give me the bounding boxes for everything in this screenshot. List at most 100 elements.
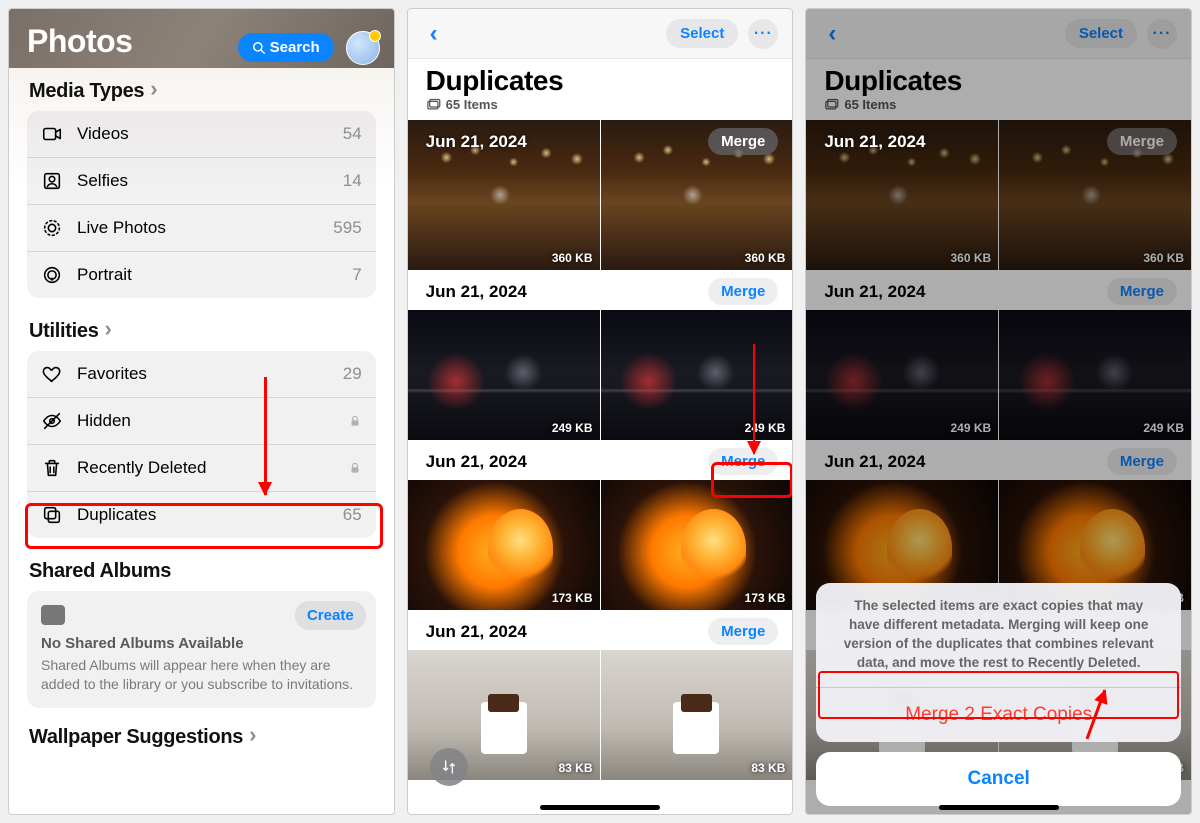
search-icon bbox=[252, 41, 266, 55]
shared-albums-empty-card: Create No Shared Albums Available Shared… bbox=[27, 591, 376, 708]
section-wallpaper-label: Wallpaper Suggestions bbox=[29, 726, 243, 749]
thumbnail[interactable]: 173 KB bbox=[408, 480, 601, 610]
file-size: 173 KB bbox=[552, 591, 593, 605]
thumbnail[interactable]: 83 KB bbox=[601, 650, 793, 780]
media-types-row-live-photos[interactable]: Live Photos 595 bbox=[27, 205, 376, 252]
heart-icon bbox=[41, 363, 63, 385]
merge-button[interactable]: Merge bbox=[708, 278, 778, 305]
pane-photos-library: Photos Search Media Types Videos 54 Self… bbox=[8, 8, 395, 815]
duplicate-group: Jun 21, 2024 Merge 173 KB 173 KB bbox=[408, 440, 793, 610]
media-types-list: Videos 54 Selfies 14 Live Photos 595 Por… bbox=[27, 111, 376, 298]
photos-header: Photos Search bbox=[9, 9, 394, 68]
home-indicator bbox=[540, 805, 660, 810]
row-count: 14 bbox=[343, 171, 362, 191]
media-types-row-selfies[interactable]: Selfies 14 bbox=[27, 158, 376, 205]
duplicates-scroll[interactable]: Jun 21, 2024 Merge 360 KB 360 KB Jun 21,… bbox=[408, 120, 793, 814]
row-label: Portrait bbox=[77, 265, 338, 285]
annotation-arrow bbox=[264, 377, 267, 495]
shared-empty-desc: Shared Albums will appear here when they… bbox=[41, 656, 362, 694]
duplicates-count: 65 Items bbox=[426, 97, 775, 112]
group-header: Jun 21, 2024 Merge bbox=[408, 120, 793, 160]
trash-icon bbox=[41, 457, 63, 479]
home-indicator bbox=[939, 805, 1059, 810]
albums-stack-icon bbox=[41, 605, 65, 625]
back-button[interactable]: ‹ bbox=[422, 18, 446, 50]
section-media-types[interactable]: Media Types bbox=[29, 80, 376, 103]
media-types-row-portrait[interactable]: Portrait 7 bbox=[27, 252, 376, 298]
merge-button[interactable]: Merge bbox=[1107, 128, 1177, 155]
action-sheet: The selected items are exact copies that… bbox=[816, 583, 1181, 806]
row-label: Duplicates bbox=[77, 505, 329, 525]
select-button[interactable]: Select bbox=[666, 19, 738, 48]
duplicates-title: Duplicates bbox=[426, 65, 775, 97]
search-label: Search bbox=[270, 39, 320, 56]
row-label: Videos bbox=[77, 124, 329, 144]
group-thumbs: 173 KB 173 KB bbox=[408, 480, 793, 610]
video-icon bbox=[41, 123, 63, 145]
merge-button[interactable]: Merge bbox=[708, 128, 778, 155]
livephoto-icon bbox=[41, 217, 63, 239]
group-header: Jun 21, 2024 Merge bbox=[408, 610, 793, 650]
utilities-row-recently-deleted[interactable]: Recently Deleted bbox=[27, 445, 376, 492]
file-size: 83 KB bbox=[559, 761, 593, 775]
duplicates-count-text: 65 Items bbox=[446, 97, 498, 112]
file-size: 360 KB bbox=[552, 251, 593, 265]
section-media-types-label: Media Types bbox=[29, 80, 144, 103]
group-header: Jun 21, 2024 Merge bbox=[408, 270, 793, 310]
chevron-right-icon bbox=[105, 320, 112, 343]
group-header: Jun 21, 2024 Merge bbox=[806, 120, 1191, 160]
media-types-row-videos[interactable]: Videos 54 bbox=[27, 111, 376, 158]
sort-button[interactable] bbox=[430, 748, 468, 786]
profile-avatar[interactable] bbox=[346, 31, 380, 65]
merge-button[interactable]: Merge bbox=[708, 448, 778, 475]
duplicate-group: Jun 21, 2024 Merge 249 KB 249 KB bbox=[408, 270, 793, 440]
row-count: 595 bbox=[333, 218, 361, 238]
create-shared-album-button[interactable]: Create bbox=[295, 601, 366, 630]
row-label: Live Photos bbox=[77, 218, 319, 238]
more-button[interactable]: ··· bbox=[748, 19, 778, 49]
camera-stack-icon bbox=[426, 98, 441, 111]
annotation-highlight-merge-copies bbox=[818, 671, 1179, 719]
section-utilities[interactable]: Utilities bbox=[29, 320, 376, 343]
chevron-right-icon bbox=[150, 80, 157, 103]
merge-button[interactable]: Merge bbox=[708, 618, 778, 645]
duplicate-icon bbox=[41, 504, 63, 526]
thumbnail[interactable]: 249 KB bbox=[408, 310, 601, 440]
portrait-icon bbox=[41, 264, 63, 286]
group-date: Jun 21, 2024 bbox=[426, 132, 527, 152]
utilities-row-duplicates[interactable]: Duplicates 65 bbox=[27, 492, 376, 538]
group-date: Jun 21, 2024 bbox=[426, 622, 527, 642]
section-utilities-label: Utilities bbox=[29, 320, 99, 343]
search-button[interactable]: Search bbox=[238, 33, 334, 62]
duplicate-group: Jun 21, 2024 Merge 83 KB 83 KB bbox=[408, 610, 793, 780]
utilities-list: Favorites29 Hidden Recently Deleted Dupl… bbox=[27, 351, 376, 538]
group-thumbs: 249 KB 249 KB bbox=[408, 310, 793, 440]
group-date: Jun 21, 2024 bbox=[426, 452, 527, 472]
row-count: 29 bbox=[343, 364, 362, 384]
file-size: 249 KB bbox=[745, 421, 786, 435]
chevron-right-icon bbox=[249, 726, 256, 749]
file-size: 249 KB bbox=[552, 421, 593, 435]
group-date: Jun 21, 2024 bbox=[824, 132, 925, 152]
section-wallpaper-suggestions[interactable]: Wallpaper Suggestions bbox=[29, 726, 376, 749]
nav-bar: ‹ Select ··· bbox=[408, 9, 793, 59]
section-shared-albums-label: Shared Albums bbox=[29, 560, 171, 583]
shared-empty-title: No Shared Albums Available bbox=[41, 635, 362, 652]
lock-icon bbox=[348, 461, 362, 475]
selfie-icon bbox=[41, 170, 63, 192]
duplicates-header: Duplicates 65 Items bbox=[408, 59, 793, 120]
row-label: Selfies bbox=[77, 171, 329, 191]
thumbnail[interactable]: 173 KB bbox=[601, 480, 793, 610]
utilities-row-favorites[interactable]: Favorites29 bbox=[27, 351, 376, 398]
file-size: 360 KB bbox=[745, 251, 786, 265]
thumbnail[interactable]: 249 KB bbox=[601, 310, 793, 440]
utilities-row-hidden[interactable]: Hidden bbox=[27, 398, 376, 445]
file-size: 83 KB bbox=[751, 761, 785, 775]
group-header: Jun 21, 2024 Merge bbox=[408, 440, 793, 480]
cancel-button[interactable]: Cancel bbox=[816, 752, 1181, 806]
lock-icon bbox=[348, 414, 362, 428]
row-count: 54 bbox=[343, 124, 362, 144]
section-shared-albums: Shared Albums bbox=[29, 560, 376, 583]
row-count: 65 bbox=[343, 505, 362, 525]
file-size: 173 KB bbox=[745, 591, 786, 605]
